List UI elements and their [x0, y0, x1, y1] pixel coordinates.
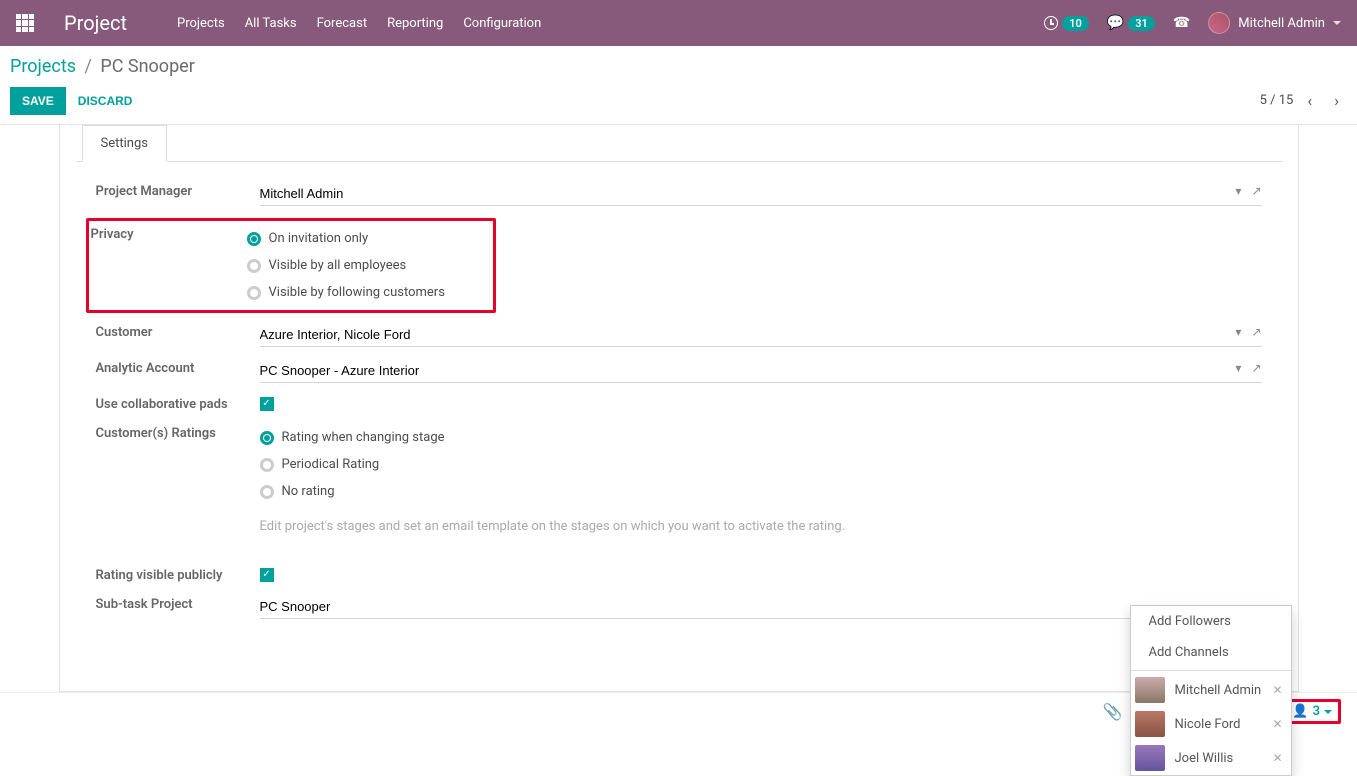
avatar [1135, 745, 1165, 771]
follower-row[interactable]: Joel Willis✕ [1131, 741, 1291, 775]
nav-configuration[interactable]: Configuration [453, 0, 551, 46]
apps-launcher-icon[interactable] [16, 14, 34, 32]
external-link-icon[interactable]: ↗ [1251, 184, 1261, 198]
chat-icon: 💬 [1107, 15, 1124, 31]
nav-forecast[interactable]: Forecast [307, 0, 377, 46]
nav-all-tasks[interactable]: All Tasks [235, 0, 307, 46]
person-icon: 👤 [1292, 704, 1308, 719]
user-menu[interactable]: Mitchell Admin [1208, 12, 1341, 34]
chevron-down-icon [1333, 21, 1341, 25]
nav-projects[interactable]: Projects [167, 0, 235, 46]
add-channels-button[interactable]: Add Channels [1131, 637, 1291, 668]
rating-option-periodical[interactable]: Periodical Rating [260, 451, 1262, 478]
label-collab-pads: Use collaborative pads [96, 395, 260, 412]
radio-icon [260, 458, 274, 472]
remove-follower-icon[interactable]: ✕ [1272, 751, 1282, 765]
chevron-down-icon [1324, 710, 1332, 714]
rating-public-checkbox[interactable]: ✓ [260, 568, 274, 582]
dropdown-icon[interactable]: ▾ [1235, 361, 1241, 375]
user-name: Mitchell Admin [1238, 16, 1325, 31]
pager-prev[interactable]: ‹ [1299, 85, 1320, 116]
followers-count-button[interactable]: 👤 3 [1286, 702, 1338, 721]
rating-option-stage-change[interactable]: Rating when changing stage [260, 424, 1262, 451]
remove-follower-icon[interactable]: ✕ [1272, 683, 1282, 697]
clock-icon [1044, 16, 1058, 30]
label-customer-ratings: Customer(s) Ratings [96, 424, 260, 441]
label-customer: Customer [96, 323, 260, 340]
external-link-icon[interactable]: ↗ [1251, 325, 1261, 339]
followers-popover: Add Followers Add Channels Mitchell Admi… [1130, 605, 1292, 776]
dropdown-icon[interactable]: ▾ [1235, 184, 1241, 198]
privacy-option-all-employees[interactable]: Visible by all employees [247, 252, 491, 279]
nav-reporting[interactable]: Reporting [377, 0, 453, 46]
breadcrumb-current: PC Snooper [100, 56, 194, 77]
radio-icon [247, 232, 261, 246]
pager-text[interactable]: 5 / 15 [1260, 93, 1294, 108]
breadcrumb: Projects / PC Snooper [10, 56, 1347, 77]
add-followers-button[interactable]: Add Followers [1131, 606, 1291, 637]
collab-pads-checkbox[interactable]: ✓ [260, 397, 274, 411]
follower-row[interactable]: Mitchell Admin✕ [1131, 673, 1291, 707]
subtask-project-field[interactable] [260, 595, 1262, 619]
customer-field[interactable] [260, 323, 1262, 347]
pager-next[interactable]: › [1326, 85, 1347, 116]
avatar [1208, 12, 1230, 34]
rating-option-none[interactable]: No rating [260, 478, 1262, 505]
radio-icon [247, 259, 261, 273]
external-link-icon[interactable]: ↗ [1251, 361, 1261, 375]
label-rating-public: Rating visible publicly [96, 566, 260, 583]
radio-icon [260, 485, 274, 499]
avatar [1135, 711, 1165, 737]
attachment-icon[interactable]: 📎 [1103, 702, 1123, 721]
radio-icon [247, 286, 261, 300]
follower-row[interactable]: Nicole Ford✕ [1131, 707, 1291, 741]
remove-follower-icon[interactable]: ✕ [1272, 717, 1282, 731]
privacy-option-following-customers[interactable]: Visible by following customers [247, 279, 491, 306]
activity-indicator[interactable]: 10 [1044, 16, 1089, 31]
chat-badge: 31 [1128, 16, 1155, 31]
privacy-option-invitation[interactable]: On invitation only [247, 225, 491, 252]
discuss-indicator[interactable]: 💬 31 [1107, 15, 1155, 31]
discard-button[interactable]: DISCARD [66, 87, 145, 115]
app-title: Project [64, 11, 127, 35]
label-subtask-project: Sub-task Project [96, 595, 260, 612]
project-manager-field[interactable] [260, 182, 1262, 206]
breadcrumb-root[interactable]: Projects [10, 56, 76, 77]
phone-icon[interactable] [1173, 15, 1190, 31]
label-analytic-account: Analytic Account [96, 359, 260, 376]
label-project-manager: Project Manager [96, 182, 260, 199]
analytic-account-field[interactable] [260, 359, 1262, 383]
tab-settings[interactable]: Settings [82, 125, 167, 162]
rating-hint: Edit project's stages and set an email t… [260, 513, 1262, 540]
label-privacy: Privacy [91, 225, 247, 242]
activity-badge: 10 [1062, 16, 1089, 31]
avatar [1135, 677, 1165, 703]
radio-icon [260, 431, 274, 445]
pager: 5 / 15 ‹ › [1260, 85, 1347, 116]
save-button[interactable]: SAVE [10, 87, 66, 115]
dropdown-icon[interactable]: ▾ [1235, 325, 1241, 339]
